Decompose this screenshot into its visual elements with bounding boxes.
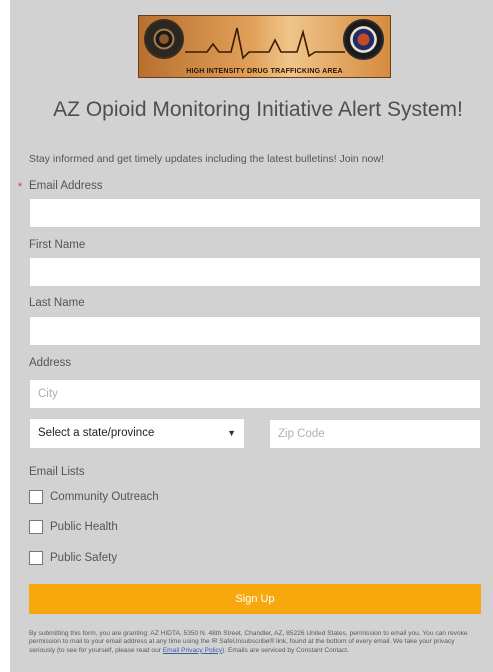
state-select[interactable]: Select a state/province ▼ xyxy=(29,418,245,449)
left-seal-logo xyxy=(144,19,184,59)
required-marker: * xyxy=(18,181,23,193)
zip-code-field[interactable] xyxy=(269,419,481,449)
list-item-public-safety[interactable]: Public Safety xyxy=(29,549,117,567)
banner-text: HIGH INTENSITY DRUG TRAFFICKING AREA xyxy=(186,68,343,75)
list-item-public-health[interactable]: Public Health xyxy=(29,518,118,536)
last-name-label: Last Name xyxy=(29,297,85,309)
sign-up-button[interactable]: Sign Up xyxy=(29,584,481,614)
intro-text: Stay informed and get timely updates inc… xyxy=(29,153,384,165)
signup-form-card: HIGH INTENSITY DRUG TRAFFICKING AREA AZ … xyxy=(10,0,493,672)
public-health-label: Public Health xyxy=(50,521,118,533)
public-safety-label: Public Safety xyxy=(50,552,118,564)
email-label: Email Address xyxy=(29,180,103,192)
city-field[interactable] xyxy=(29,379,481,409)
heartbeat-line-icon xyxy=(185,27,345,60)
public-safety-checkbox[interactable] xyxy=(29,551,43,565)
address-label: Address xyxy=(29,357,72,369)
community-outreach-label: Community Outreach xyxy=(50,491,159,503)
first-name-field[interactable] xyxy=(29,257,481,287)
consent-footer: By submitting this form, you are grantin… xyxy=(29,630,481,655)
email-field[interactable] xyxy=(29,198,481,228)
last-name-field[interactable] xyxy=(29,316,481,346)
list-item-community-outreach[interactable]: Community Outreach xyxy=(29,488,159,506)
email-lists-label: Email Lists xyxy=(29,466,85,478)
right-seal-logo xyxy=(343,19,384,60)
community-outreach-checkbox[interactable] xyxy=(29,490,43,504)
page-title: AZ Opioid Monitoring Initiative Alert Sy… xyxy=(53,98,463,121)
public-health-checkbox[interactable] xyxy=(29,520,43,534)
state-select-value: Select a state/province xyxy=(38,427,155,439)
chevron-down-icon: ▼ xyxy=(227,428,236,438)
email-privacy-policy-link[interactable]: Email Privacy Policy xyxy=(163,647,222,654)
first-name-label: First Name xyxy=(29,239,86,251)
footer-text-part2: ). Emails are serviced by Constant Conta… xyxy=(222,646,349,654)
hidta-banner-logo: HIGH INTENSITY DRUG TRAFFICKING AREA xyxy=(138,15,391,78)
